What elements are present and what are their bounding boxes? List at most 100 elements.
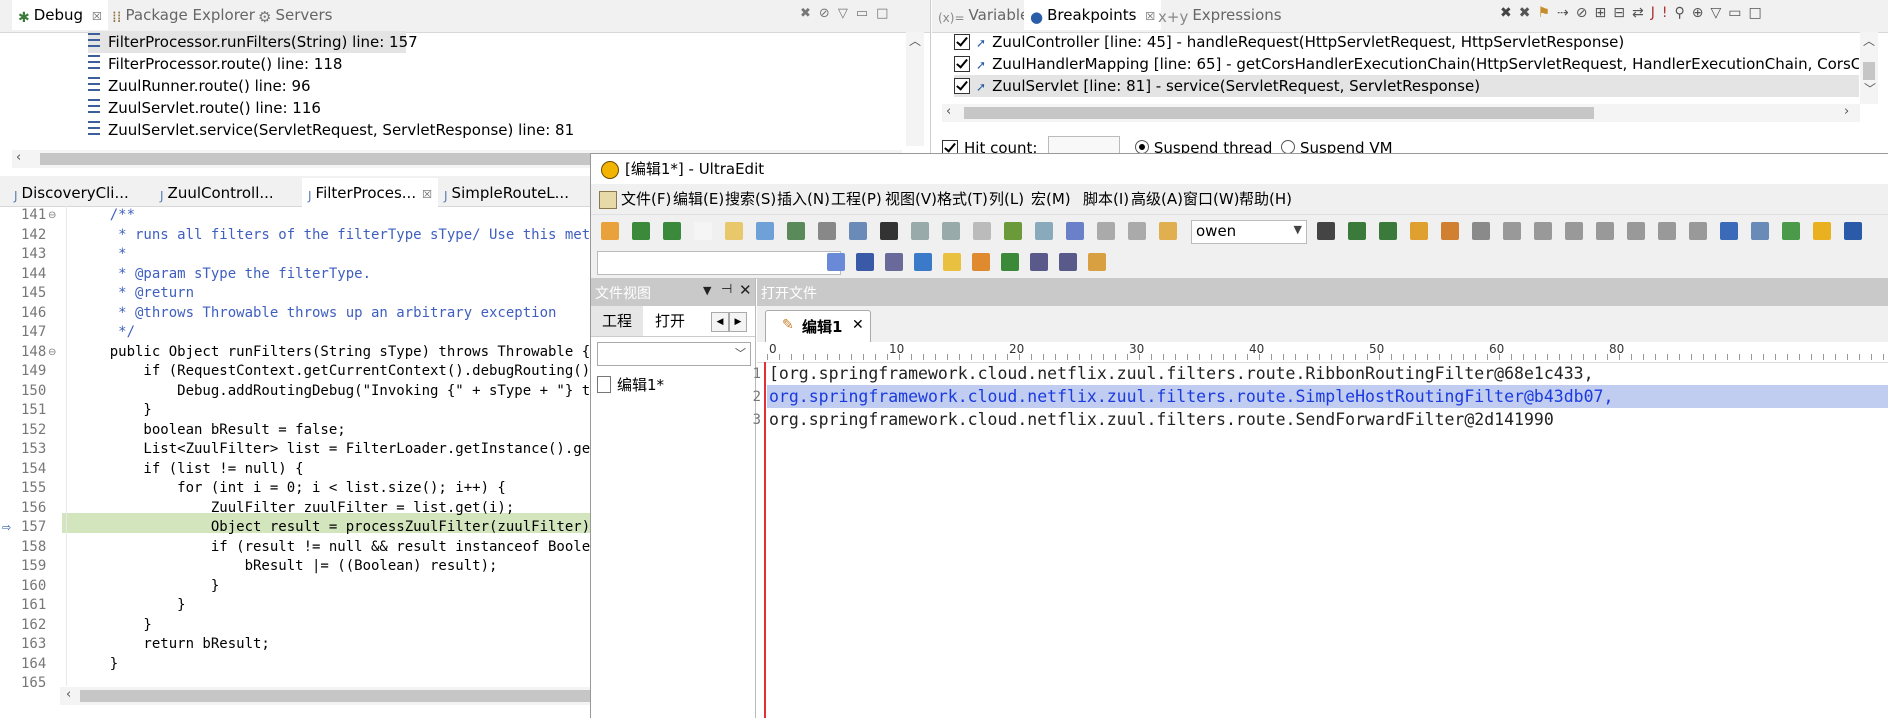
list-icon[interactable] — [911, 222, 929, 240]
word-wrap-icon[interactable] — [1066, 222, 1084, 240]
save-all-icon[interactable] — [787, 222, 805, 240]
close-icon[interactable]: ☒ — [1145, 10, 1155, 23]
breakpoint-item[interactable]: ➚ ZuulController [line: 45] - handleReque… — [954, 31, 1624, 53]
php-icon[interactable] — [1030, 253, 1048, 271]
stack-frame[interactable]: ZuulRunner.route() line: 96 — [88, 75, 311, 97]
maximize-icon[interactable]: □ — [1748, 5, 1768, 21]
breakpoint-checkbox[interactable] — [954, 78, 970, 94]
tab-scroll-left[interactable]: ◀ — [711, 312, 729, 332]
chevron-down-icon[interactable]: ﹀ — [1864, 80, 1876, 97]
debug-vertical-scrollbar[interactable]: ︿ — [906, 32, 924, 146]
tool-icon[interactable] — [943, 253, 961, 271]
forward-icon[interactable] — [663, 222, 681, 240]
file-view-tab-open[interactable]: 打开 — [643, 306, 697, 336]
breakpoints-vertical-scrollbar[interactable]: ︿ ﹀ — [1860, 32, 1878, 104]
menu-item[interactable]: 高级(A) — [1131, 184, 1183, 214]
menu-item[interactable]: 工程(P) — [831, 184, 882, 214]
breakpoints-horizontal-scrollbar[interactable]: ‹ › — [942, 104, 1860, 122]
menu-item[interactable]: 列(L) — [989, 184, 1024, 214]
maximize-icon[interactable]: □ — [876, 6, 896, 21]
browser-icon[interactable] — [1720, 222, 1738, 240]
close-icon[interactable]: ☒ — [422, 188, 432, 201]
scrollbar-thumb[interactable] — [40, 153, 600, 165]
find-next-icon[interactable] — [1348, 222, 1366, 240]
open-folder-icon[interactable] — [725, 222, 743, 240]
skip-all-icon[interactable]: ⊘ — [1576, 5, 1595, 21]
suspend-vm-radio[interactable] — [1281, 140, 1296, 154]
menu-item[interactable]: 视图(V) — [885, 184, 937, 214]
tab-scroll-right[interactable]: ▶ — [729, 312, 747, 332]
remove-all-breakpoints-icon[interactable]: ✖ — [1519, 5, 1538, 21]
web-icon[interactable] — [1097, 222, 1115, 240]
tab-servers[interactable]: ⚙ Servers — [258, 0, 332, 30]
tab-package-explorer[interactable]: ⁞⁞ Package Explorer — [112, 0, 255, 30]
open-icon[interactable] — [601, 222, 619, 240]
chevron-down-icon[interactable]: ﹀ — [735, 345, 746, 361]
stack-frame[interactable]: FilterProcessor.runFilters(String) line:… — [88, 31, 418, 53]
goto-icon[interactable] — [1472, 222, 1490, 240]
document-tab[interactable]: ✎ 编辑1 ✕ — [765, 310, 871, 343]
google-icon[interactable] — [827, 253, 845, 271]
scrollbar-thumb[interactable] — [80, 690, 600, 702]
pin-icon[interactable]: ⚲ — [1674, 5, 1691, 21]
new-file-icon[interactable] — [694, 222, 712, 240]
chevron-down-icon[interactable]: ▼ — [1294, 223, 1302, 236]
menu-item[interactable]: 搜索(S) — [725, 184, 776, 214]
menu-item[interactable]: 插入(N) — [777, 184, 830, 214]
chevron-left-icon[interactable]: ‹ — [16, 150, 21, 165]
save-icon[interactable] — [756, 222, 774, 240]
chevron-right-icon[interactable]: › — [1844, 104, 1849, 119]
stack-frame[interactable]: FilterProcessor.route() line: 118 — [88, 53, 342, 75]
cascade-icon[interactable] — [1689, 222, 1707, 240]
skip-breakpoints-icon[interactable]: ⊘ — [819, 6, 838, 21]
tab-variables[interactable]: (x)= Variables — [938, 0, 1037, 30]
search-combo[interactable]: owen ▼ — [1191, 220, 1307, 244]
menu-item[interactable]: 宏(M) — [1031, 184, 1071, 214]
script-icon[interactable] — [1059, 253, 1077, 271]
chevron-up-icon[interactable]: ︿ — [1860, 32, 1878, 49]
find-prev-icon[interactable] — [1379, 222, 1397, 240]
open-file-item[interactable]: 编辑1* — [597, 374, 664, 396]
windows-icon[interactable] — [1088, 253, 1106, 271]
back-icon[interactable] — [632, 222, 650, 240]
menu-item[interactable]: 格式(T) — [937, 184, 988, 214]
go-to-file-icon[interactable]: ⇢ — [1557, 5, 1576, 21]
chevron-left-icon[interactable]: ‹ — [66, 687, 71, 702]
refresh-icon[interactable] — [1782, 222, 1800, 240]
breakpoint-checkbox[interactable] — [954, 34, 970, 50]
replace-icon[interactable] — [1410, 222, 1428, 240]
scrollbar-thumb[interactable] — [964, 107, 1594, 119]
stack-frame[interactable]: ZuulServlet.route() line: 116 — [88, 97, 321, 119]
tip-icon[interactable] — [1813, 222, 1831, 240]
paste-icon[interactable] — [1159, 222, 1177, 240]
fold-icon[interactable]: ⊖ — [48, 206, 56, 226]
tab-discovery-client[interactable]: J DiscoveryCli... — [14, 178, 129, 208]
close-icon[interactable]: ☒ — [92, 10, 102, 23]
breakpoint-checkbox[interactable] — [954, 56, 970, 72]
hex-icon[interactable] — [1035, 222, 1053, 240]
java-exception-icon[interactable]: J! — [1651, 5, 1675, 21]
tab-expressions[interactable]: x+y Expressions — [1158, 0, 1282, 30]
align-left-icon[interactable] — [1503, 222, 1521, 240]
yahoo-icon[interactable] — [856, 253, 874, 271]
user-tool-icon[interactable] — [1001, 253, 1019, 271]
minimize-icon[interactable]: ▭ — [1728, 5, 1748, 21]
fold-icon[interactable]: ⊖ — [48, 343, 56, 363]
js-icon[interactable] — [972, 253, 990, 271]
chevron-left-icon[interactable]: ‹ — [946, 104, 951, 119]
help-icon[interactable] — [1844, 222, 1862, 240]
menu-item[interactable]: 脚本(I) — [1083, 184, 1129, 214]
list-alt-icon[interactable] — [942, 222, 960, 240]
tab-simple-route-locator[interactable]: J SimpleRouteL... — [444, 178, 569, 208]
wiki-icon[interactable] — [885, 253, 903, 271]
editor-horizontal-scrollbar[interactable]: ‹ — [60, 687, 600, 705]
tab-breakpoints[interactable]: ● Breakpoints ☒ — [1024, 0, 1162, 30]
remove-breakpoint-icon[interactable]: ✖ — [1500, 5, 1519, 21]
column-icon[interactable] — [973, 222, 991, 240]
ftp-icon[interactable] — [1751, 222, 1769, 240]
tab-filter-processor[interactable]: J FilterProces... ☒ — [302, 178, 438, 208]
menu-item[interactable]: 帮助(H) — [1239, 184, 1292, 214]
ultraedit-titlebar[interactable]: [编辑1*] - UltraEdit — [591, 154, 1888, 184]
split-h-icon[interactable] — [1627, 222, 1645, 240]
file-filter-combo[interactable]: ﹀ — [597, 342, 751, 366]
